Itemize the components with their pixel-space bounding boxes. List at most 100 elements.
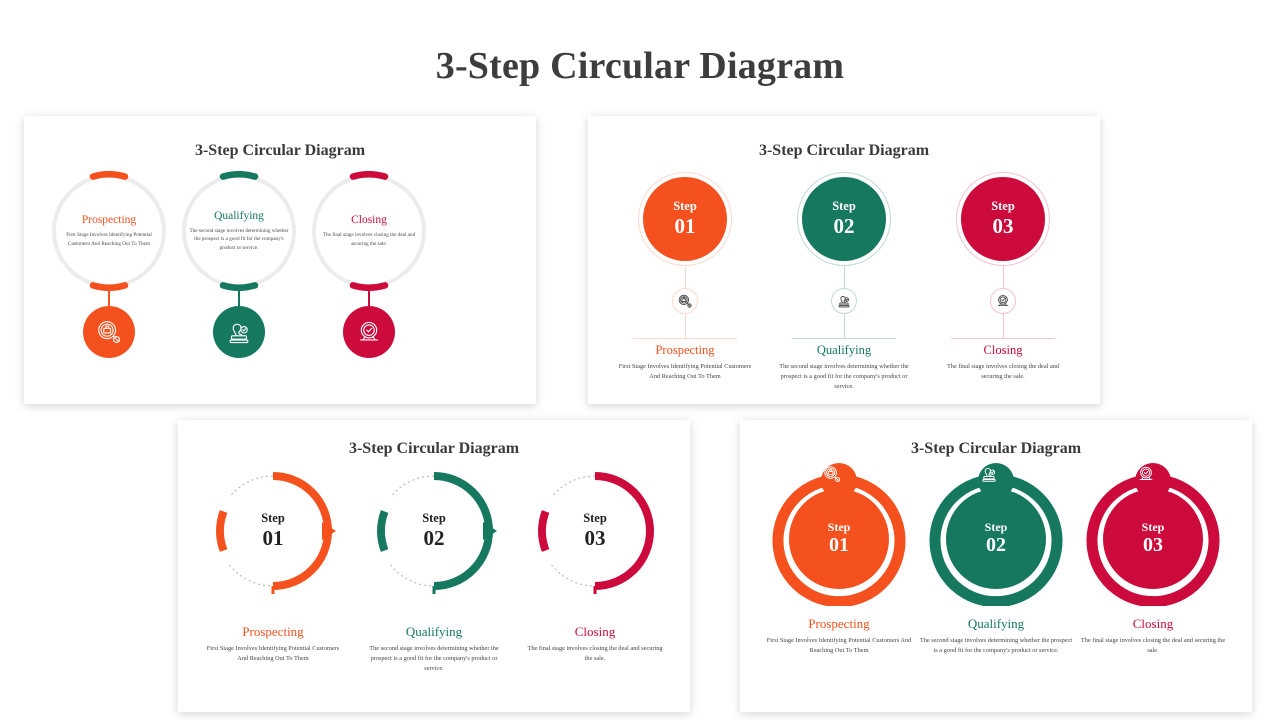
connector-line-bottom: [843, 314, 845, 338]
donut-graphic: Step 03: [1086, 463, 1220, 606]
arc-inner-text: Step 01: [210, 468, 336, 594]
panel-2-step-3[interactable]: Step 03 Closing The final stage involves…: [928, 172, 1078, 382]
donut-graphic: Step 02: [929, 463, 1063, 606]
step-disc: Step 02: [797, 172, 891, 266]
step-label: Step: [991, 199, 1015, 214]
step-label: Step: [1141, 519, 1165, 534]
step-name: Qualifying: [214, 210, 264, 223]
briefcase-search-icon[interactable]: [821, 463, 857, 499]
panel-4[interactable]: 3-Step Circular Diagram Step 01 Prospect…: [740, 420, 1252, 712]
panel-1-step-2[interactable]: Qualifying The second stage involves det…: [174, 171, 304, 358]
panel-2-step-2[interactable]: Step 02 Qualifying The second stage invo…: [769, 172, 919, 392]
panel-2-title: 3-Step Circular Diagram: [758, 142, 930, 159]
divider-rule: [792, 338, 896, 339]
step-label: Step: [984, 519, 1008, 534]
step-description: The final stage involves closing the dea…: [1080, 637, 1226, 655]
step-description: First Stage Involves Identifying Potenti…: [618, 363, 752, 381]
panel-4-step-1[interactable]: Step 01 Prospecting First Stage Involves…: [754, 463, 924, 656]
step-number: 02: [833, 213, 855, 238]
step-number: 02: [986, 534, 1006, 557]
step-name: Closing: [351, 214, 387, 227]
panel-1-step-1[interactable]: Prospecting First Stage Involves Identif…: [44, 171, 174, 358]
step-name: Prospecting: [81, 214, 137, 227]
step-description: The final stage involves closing the dea…: [322, 232, 416, 247]
step-number: 01: [262, 525, 284, 550]
arc-inner-text: Step 03: [532, 468, 658, 594]
panel-4-step-2[interactable]: Step 02 Qualifying The second stage invo…: [911, 463, 1081, 656]
step-label: Step: [261, 511, 285, 526]
step-name: Prospecting: [655, 343, 715, 357]
panel-3-step-2[interactable]: Step 02 Qualifying The second stage invo…: [354, 468, 514, 674]
panel-1[interactable]: 3-Step Circular Diagram Prospecting Firs…: [24, 116, 536, 404]
ring-graphic: Prospecting First Stage Involves Identif…: [52, 171, 166, 291]
open-arc-graphic: Step 01: [210, 468, 336, 594]
divider-rule: [951, 338, 1055, 339]
step-disc: Step 01: [638, 172, 732, 266]
ring-inner-text: Closing The final stage involves closing…: [312, 174, 426, 288]
stamp-approve-icon[interactable]: [213, 306, 265, 358]
panel-3-step-3[interactable]: Step 03 Closing The final stage involves…: [515, 468, 675, 664]
step-description: The second stage involves determining wh…: [189, 228, 289, 251]
slide-canvas: 3-Step Circular Diagram 3-Step Circular …: [0, 0, 1280, 720]
panel-3[interactable]: 3-Step Circular Diagram Step 01 Prospect…: [178, 420, 690, 712]
step-description: The final stage involves closing the dea…: [527, 645, 663, 663]
connector-line-bottom: [684, 314, 686, 338]
donut-fill: Step 01: [789, 489, 889, 589]
stamp-approve-icon[interactable]: [831, 288, 857, 314]
step-description: First Stage Involves Identifying Potenti…: [66, 232, 152, 247]
panel-2[interactable]: 3-Step Circular Diagram Step 01 Prospect…: [588, 116, 1100, 404]
connector-line-top: [843, 266, 845, 288]
step-description: The second stage involves determining wh…: [369, 645, 499, 673]
panel-3-step-1[interactable]: Step 01 Prospecting First Stage Involves…: [193, 468, 353, 664]
briefcase-search-icon[interactable]: [672, 288, 698, 314]
step-label: Step: [827, 519, 851, 534]
step-number: 03: [584, 525, 606, 550]
step-description: The second stage involves determining wh…: [919, 637, 1073, 655]
ring-graphic: Qualifying The second stage involves det…: [182, 171, 296, 291]
panel-2-step-1[interactable]: Step 01 Prospecting First Stage Involves…: [610, 172, 760, 382]
step-disc: Step 03: [956, 172, 1050, 266]
step-name: Closing: [983, 343, 1023, 357]
donut-fill: Step 02: [946, 489, 1046, 589]
step-name: Prospecting: [808, 616, 870, 631]
step-description: First Stage Involves Identifying Potenti…: [766, 637, 912, 655]
donut-graphic: Step 01: [772, 463, 906, 606]
step-number: 02: [423, 525, 445, 550]
seal-check-icon[interactable]: [990, 288, 1016, 314]
ring-inner-text: Prospecting First Stage Involves Identif…: [52, 174, 166, 288]
panel-1-step-3[interactable]: Closing The final stage involves closing…: [304, 171, 434, 358]
step-number: 01: [674, 213, 696, 238]
step-description: First Stage Involves Identifying Potenti…: [206, 645, 340, 663]
divider-rule: [633, 338, 737, 339]
seal-check-icon[interactable]: [343, 306, 395, 358]
panel-4-title: 3-Step Circular Diagram: [910, 440, 1082, 457]
step-number: 03: [992, 213, 1014, 238]
panel-3-title: 3-Step Circular Diagram: [348, 440, 520, 457]
disc-fill: Step 01: [643, 177, 727, 261]
step-name: Closing: [1132, 616, 1174, 631]
step-label: Step: [422, 511, 446, 526]
connector-line-bottom: [1002, 314, 1004, 338]
step-name: Qualifying: [405, 624, 463, 639]
step-number: 01: [829, 534, 849, 557]
open-arc-graphic: Step 03: [532, 468, 658, 594]
step-name: Qualifying: [967, 616, 1025, 631]
step-name: Closing: [574, 624, 616, 639]
arc-inner-text: Step 02: [371, 468, 497, 594]
step-number: 03: [1143, 534, 1163, 557]
step-label: Step: [673, 199, 697, 214]
donut-fill: Step 03: [1103, 489, 1203, 589]
step-label: Step: [583, 511, 607, 526]
connector-line-top: [1002, 266, 1004, 288]
open-arc-graphic: Step 02: [371, 468, 497, 594]
connector-line-top: [684, 266, 686, 288]
stamp-approve-icon[interactable]: [978, 463, 1014, 499]
step-name: Prospecting: [242, 624, 304, 639]
disc-fill: Step 02: [802, 177, 886, 261]
step-description: The second stage involves determining wh…: [779, 363, 909, 391]
ring-graphic: Closing The final stage involves closing…: [312, 171, 426, 291]
seal-check-icon[interactable]: [1135, 463, 1171, 499]
step-name: Qualifying: [816, 343, 872, 357]
briefcase-search-icon[interactable]: [83, 306, 135, 358]
panel-4-step-3[interactable]: Step 03 Closing The final stage involves…: [1068, 463, 1238, 656]
